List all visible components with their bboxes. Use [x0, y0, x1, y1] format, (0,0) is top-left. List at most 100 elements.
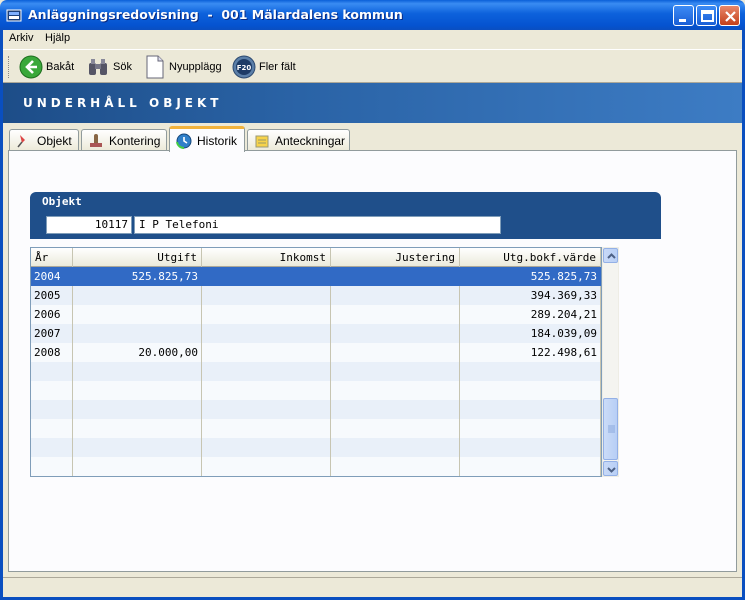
cell-justering	[331, 438, 460, 457]
cell-utgift	[73, 324, 202, 343]
cell-bokf-varde: 184.039,09	[460, 324, 601, 343]
cell-ar	[31, 362, 73, 381]
chevron-down-icon	[607, 467, 616, 473]
cell-ar	[31, 457, 73, 476]
table-row[interactable]	[31, 362, 601, 381]
objekt-id-field[interactable]: 10117	[46, 216, 132, 234]
cell-utgift: 20.000,00	[73, 343, 202, 362]
cell-utgift	[73, 457, 202, 476]
table-row[interactable]	[31, 400, 601, 419]
cell-bokf-varde: 525.825,73	[460, 267, 601, 286]
cell-justering	[331, 419, 460, 438]
cell-bokf-varde: 394.369,33	[460, 286, 601, 305]
back-button[interactable]: Bakåt	[19, 54, 74, 80]
objekt-name-field[interactable]: I P Telefoni	[134, 216, 501, 234]
new-label: Nyupplägg	[169, 61, 222, 73]
cell-justering	[331, 381, 460, 400]
cell-inkomst	[202, 286, 331, 305]
column-header-bokf-varde[interactable]: Utg.bokf.värde	[460, 248, 601, 267]
tab-kontering[interactable]: Kontering	[81, 129, 167, 151]
column-header-inkomst[interactable]: Inkomst	[202, 248, 331, 267]
table-row[interactable]: 2006 289.204,21	[31, 305, 601, 324]
cell-utgift: 525.825,73	[73, 267, 202, 286]
scroll-up-button[interactable]	[603, 248, 618, 263]
window-titlebar: Anläggningsredovisning - 001 Mälardalens…	[0, 0, 745, 30]
table-row[interactable]: 2007 184.039,09	[31, 324, 601, 343]
binoculars-icon	[89, 59, 107, 75]
cell-ar	[31, 438, 73, 457]
cell-inkomst	[202, 324, 331, 343]
vertical-scrollbar[interactable]	[602, 247, 619, 477]
stamp-icon	[90, 133, 102, 147]
objekt-group: Objekt 10117 I P Telefoni	[30, 192, 661, 239]
cell-justering	[331, 267, 460, 286]
cell-bokf-varde	[460, 419, 601, 438]
tab-kontering-label: Kontering	[109, 133, 161, 148]
more-fields-label: Fler fält	[259, 61, 296, 73]
cell-inkomst	[202, 362, 331, 381]
history-table: År Utgift Inkomst Justering Utg.bokf.vär…	[30, 247, 602, 477]
tab-anteckningar-label: Anteckningar	[275, 133, 346, 148]
tab-strip: Objekt Kontering Historik Anteckningar	[3, 123, 742, 152]
column-header-utgift[interactable]: Utgift	[73, 248, 202, 267]
table-row[interactable]	[31, 438, 601, 457]
cell-bokf-varde	[460, 381, 601, 400]
new-button[interactable]: Nyupplägg	[144, 54, 222, 80]
cell-ar	[31, 419, 73, 438]
cell-justering	[331, 286, 460, 305]
f20-key-text: F20	[237, 64, 252, 72]
status-bar	[3, 577, 742, 597]
menu-bar: Arkiv Hjälp	[3, 30, 742, 48]
cell-utgift	[73, 400, 202, 419]
minimize-button[interactable]	[673, 5, 694, 26]
f20-key-icon: F20	[232, 55, 256, 79]
scroll-down-button[interactable]	[603, 461, 618, 476]
table-row[interactable]	[31, 457, 601, 476]
new-document-icon	[146, 55, 164, 79]
cell-ar: 2004	[31, 267, 73, 286]
chevron-up-icon	[607, 253, 616, 259]
minimize-icon	[679, 19, 686, 22]
tab-historik[interactable]: Historik	[169, 126, 245, 152]
search-button[interactable]: Sök	[86, 54, 132, 80]
cell-justering	[331, 305, 460, 324]
cell-utgift	[73, 438, 202, 457]
toolbar-grip[interactable]	[8, 56, 11, 78]
table-row[interactable]	[31, 381, 601, 400]
maximize-button[interactable]	[696, 5, 717, 26]
column-header-justering[interactable]: Justering	[331, 248, 460, 267]
column-header-ar[interactable]: År	[31, 248, 73, 267]
cell-bokf-varde	[460, 457, 601, 476]
table-row[interactable]: 2005 394.369,33	[31, 286, 601, 305]
cell-utgift	[73, 362, 202, 381]
scroll-thumb[interactable]	[603, 398, 618, 460]
section-banner: UNDERHÅLL OBJEKT	[3, 83, 742, 123]
history-clock-icon	[176, 133, 192, 149]
more-fields-button[interactable]: F20 Fler fält	[232, 54, 296, 80]
grip-lines-icon	[608, 425, 615, 433]
cell-bokf-varde	[460, 400, 601, 419]
objekt-group-label: Objekt	[42, 195, 82, 208]
table-row[interactable]: 2008 20.000,00 122.498,61	[31, 343, 601, 362]
back-label: Bakåt	[46, 61, 75, 73]
cell-justering	[331, 362, 460, 381]
cell-utgift	[73, 305, 202, 324]
table-row[interactable]: 2004 525.825,73 525.825,73	[31, 267, 601, 286]
search-label: Sök	[113, 61, 132, 73]
menu-hjalp[interactable]: Hjälp	[45, 32, 70, 44]
cell-utgift	[73, 381, 202, 400]
cell-ar: 2008	[31, 343, 73, 362]
menu-arkiv[interactable]: Arkiv	[9, 32, 33, 44]
cell-bokf-varde: 289.204,21	[460, 305, 601, 324]
cell-utgift	[73, 286, 202, 305]
cell-inkomst	[202, 381, 331, 400]
close-button[interactable]	[719, 5, 740, 26]
cell-inkomst	[202, 267, 331, 286]
table-row[interactable]	[31, 419, 601, 438]
tab-anteckningar[interactable]: Anteckningar	[247, 129, 350, 151]
back-arrow-icon	[19, 55, 43, 79]
maximize-icon	[701, 10, 714, 22]
tab-objekt-label: Objekt	[37, 133, 72, 148]
app-icon	[6, 9, 22, 22]
tab-objekt[interactable]: Objekt	[9, 129, 79, 151]
